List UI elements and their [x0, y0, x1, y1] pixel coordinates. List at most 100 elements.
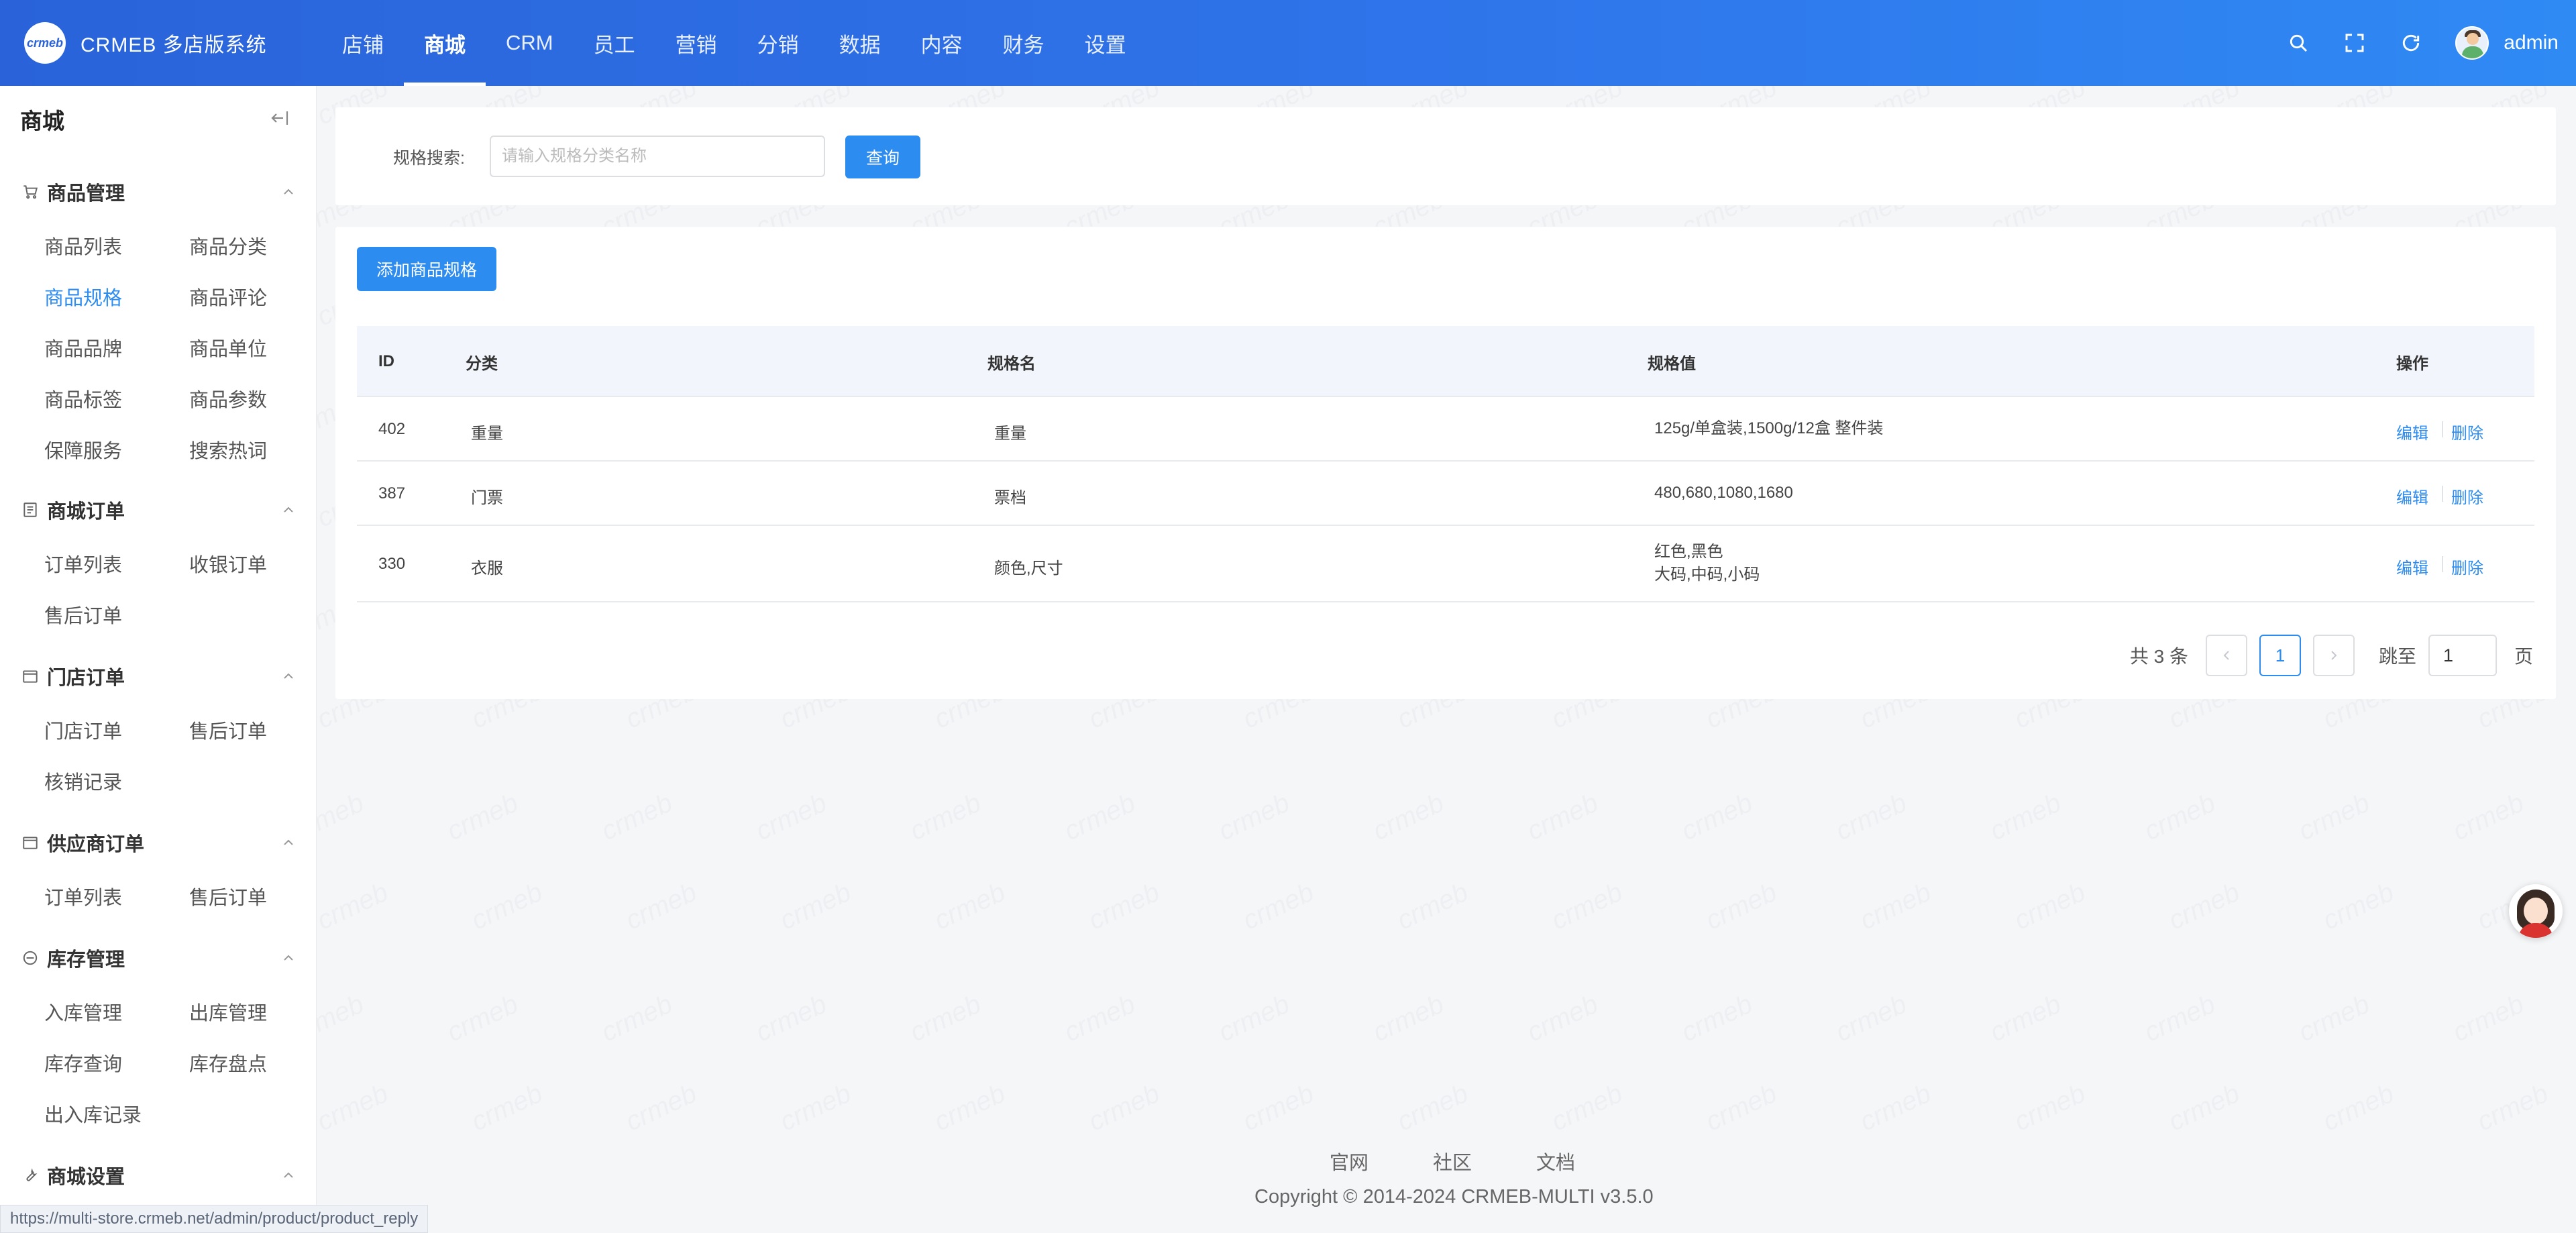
top-nav-item-settings[interactable]: 设置 [1065, 0, 1146, 86]
watermark-text: crmeb [751, 989, 831, 1048]
footer-link-docs[interactable]: 文档 [1536, 1147, 1575, 1175]
search-panel: 规格搜索: 查询 [335, 107, 2556, 205]
top-nav-item-content[interactable]: 内容 [901, 0, 983, 86]
watermark-text: crmeb [597, 788, 677, 847]
sidebar-item-supplier-order-list[interactable]: 订单列表 [44, 882, 122, 910]
sidebar-group-inventory[interactable]: 库存管理 [21, 945, 297, 971]
top-nav-item-finance[interactable]: 财务 [983, 0, 1065, 86]
fullscreen-icon[interactable] [2326, 0, 2383, 86]
brand[interactable]: crmeb CRMEB 多店版系统 [0, 0, 322, 86]
next-page-button[interactable] [2312, 635, 2355, 676]
watermark-text: crmeb [775, 877, 855, 936]
refresh-icon[interactable] [2383, 0, 2439, 86]
footer-links: 官网 社区 文档 [1330, 1147, 1640, 1175]
footer-link-community[interactable]: 社区 [1433, 1147, 1472, 1175]
cell-spec-values-line1: 红色,黑色 [1654, 543, 1723, 561]
sidebar-group-label: 商品管理 [47, 183, 125, 205]
sidebar-item-supplier-after-sale[interactable]: 售后订单 [189, 882, 267, 910]
cart-icon [23, 185, 38, 199]
top-nav-item-staff[interactable]: 员工 [574, 0, 655, 86]
cell-category: 衣服 [471, 559, 503, 578]
inventory-icon [23, 951, 38, 965]
sidebar-item-stock-query[interactable]: 库存查询 [44, 1049, 122, 1077]
top-nav-item-crm[interactable]: CRM [486, 0, 574, 86]
sidebar-group-mall-settings[interactable]: 商城设置 [21, 1162, 297, 1189]
cell-category: 门票 [471, 489, 503, 507]
spec-search-input[interactable] [490, 136, 825, 177]
watermark-text: crmeb [2140, 788, 2220, 847]
sidebar-group-supplier-orders[interactable]: 供应商订单 [21, 829, 297, 856]
watermark-text: crmeb [443, 989, 523, 1048]
sidebar-item-verification-records[interactable]: 核销记录 [44, 767, 122, 795]
total-count: 共 3 条 [2129, 646, 2188, 667]
sidebar-group-product-management[interactable]: 商品管理 [21, 178, 297, 205]
watermark-text: crmeb [467, 1079, 547, 1137]
watermark-text: crmeb [751, 788, 831, 847]
edit-link[interactable]: 编辑 [2396, 484, 2428, 508]
watermark-text: crmeb [1060, 788, 1140, 847]
sidebar-item-product-list[interactable]: 商品列表 [44, 231, 122, 260]
chevron-up-icon [284, 189, 293, 195]
watermark-text: crmeb [1214, 989, 1294, 1048]
watermark-text: crmeb [2294, 788, 2374, 847]
sidebar-item-hot-search[interactable]: 搜索热词 [189, 435, 267, 464]
sidebar-item-product-review[interactable]: 商品评论 [189, 282, 267, 311]
sidebar-item-stock-check[interactable]: 库存盘点 [189, 1049, 267, 1077]
sidebar-item-product-spec[interactable]: 商品规格 [44, 282, 122, 311]
collapse-sidebar-icon[interactable] [270, 109, 291, 127]
search-icon[interactable] [2270, 0, 2326, 86]
column-header-spec-name: 规格名 [987, 354, 1036, 373]
page-suffix: 页 [2514, 646, 2533, 667]
edit-link[interactable]: 编辑 [2396, 555, 2428, 578]
top-nav-item-marketing[interactable]: 营销 [655, 0, 737, 86]
watermark-text: crmeb [906, 788, 985, 847]
watermark-text: crmeb [1084, 1079, 1164, 1137]
delete-link[interactable]: 删除 [2451, 420, 2483, 443]
sidebar-item-product-category[interactable]: 商品分类 [189, 231, 267, 260]
sidebar-item-product-unit[interactable]: 商品单位 [189, 333, 267, 362]
customer-service-avatar[interactable] [2509, 884, 2563, 938]
watermark-text: crmeb [1831, 788, 1911, 847]
query-button[interactable]: 查询 [845, 136, 920, 178]
watermark-text: crmeb [1393, 877, 1472, 936]
edit-link[interactable]: 编辑 [2396, 420, 2428, 443]
sidebar-item-store-after-sale[interactable]: 售后订单 [189, 716, 267, 744]
jump-page-input[interactable] [2428, 635, 2497, 676]
sidebar-group-label: 供应商订单 [47, 834, 145, 855]
sidebar-item-order-list[interactable]: 订单列表 [44, 549, 122, 578]
sidebar-item-product-param[interactable]: 商品参数 [189, 384, 267, 413]
sidebar-item-guarantee-service[interactable]: 保障服务 [44, 435, 122, 464]
sidebar-item-product-brand[interactable]: 商品品牌 [44, 333, 122, 362]
sidebar-group-mall-orders[interactable]: 商城订单 [21, 496, 297, 523]
watermark-text: crmeb [2318, 1079, 2398, 1137]
sidebar-item-cashier-orders[interactable]: 收银订单 [189, 549, 267, 578]
top-nav-item-mall[interactable]: 商城 [404, 0, 486, 86]
footer-link-official-site[interactable]: 官网 [1330, 1147, 1368, 1175]
delete-link[interactable]: 删除 [2451, 555, 2483, 578]
page-number-button[interactable]: 1 [2259, 635, 2301, 676]
sidebar-group-store-orders[interactable]: 门店订单 [21, 663, 297, 690]
watermark-text: crmeb [1523, 788, 1603, 847]
sidebar-item-stock-out[interactable]: 出库管理 [189, 998, 267, 1026]
top-nav-item-store[interactable]: 店铺 [322, 0, 404, 86]
column-header-id: ID [378, 352, 394, 370]
watermark-text: crmeb [1547, 1079, 1627, 1137]
prev-page-button[interactable] [2205, 635, 2247, 676]
user-avatar[interactable] [2455, 26, 2489, 60]
sidebar-item-stock-in[interactable]: 入库管理 [44, 998, 122, 1026]
sidebar-group-label: 门店订单 [47, 667, 125, 689]
top-nav-item-data[interactable]: 数据 [819, 0, 901, 86]
user-name[interactable]: admin [2504, 32, 2559, 54]
sidebar-item-stock-records[interactable]: 出入库记录 [44, 1100, 142, 1128]
add-spec-button[interactable]: 添加商品规格 [357, 247, 496, 291]
sidebar-item-product-tag[interactable]: 商品标签 [44, 384, 122, 413]
sidebar-title: 商城 [20, 109, 64, 133]
watermark-text: crmeb [1547, 877, 1627, 936]
watermark-text: crmeb [1677, 989, 1757, 1048]
store-order-icon [23, 670, 38, 683]
sidebar-item-store-orders[interactable]: 门店订单 [44, 716, 122, 744]
watermark-text: crmeb [2140, 989, 2220, 1048]
sidebar-item-after-sale-orders[interactable]: 售后订单 [44, 600, 122, 629]
delete-link[interactable]: 删除 [2451, 484, 2483, 508]
top-nav-item-distribution[interactable]: 分销 [737, 0, 819, 86]
